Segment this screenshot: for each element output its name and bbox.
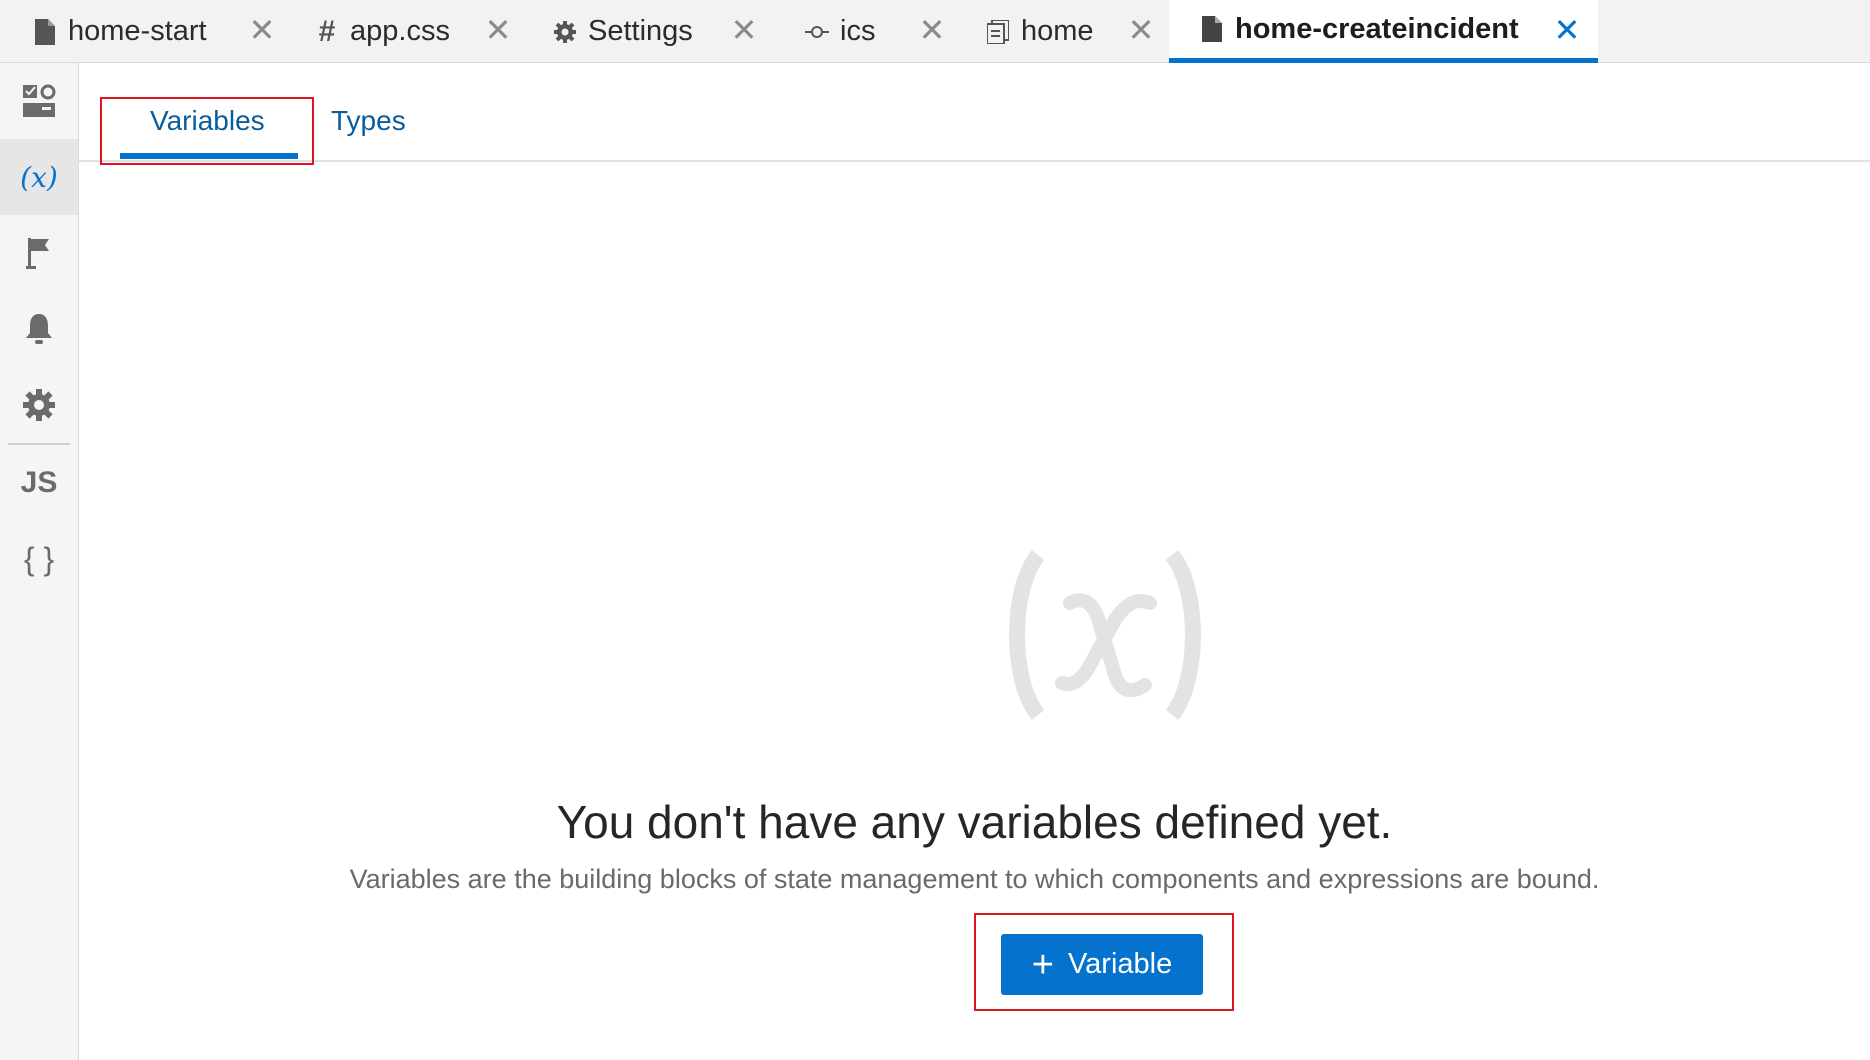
tab-ics[interactable]: ics ✕ [804,0,964,63]
tab-label: app.css [350,15,450,47]
tab-label: home-start [68,15,207,47]
tab-settings[interactable]: Settings ✕ [552,0,772,63]
tab-app-css[interactable]: # app.css ✕ [314,0,514,63]
close-icon[interactable]: ✕ [1123,12,1159,48]
components-icon[interactable] [0,63,78,139]
tab-label: home [1021,15,1094,47]
bell-icon[interactable] [0,291,78,367]
close-icon[interactable]: ✕ [480,12,516,48]
close-icon[interactable]: ✕ [914,12,950,48]
close-icon[interactable]: ✕ [244,12,280,48]
tab-label: Settings [588,15,693,47]
variables-placeholder-icon [1009,550,1201,720]
pages-icon [985,17,1011,47]
tab-label: ics [840,15,876,47]
tab-label: home-createincident [1235,12,1519,45]
empty-state-description: Variables are the building blocks of sta… [349,864,1600,894]
file-icon [1199,14,1225,44]
close-icon[interactable]: ✕ [726,12,762,48]
empty-state-title: You don't have any variables defined yet… [556,796,1393,848]
callout-highlight-variable-button [974,913,1234,1011]
tab-home[interactable]: home ✕ [985,0,1155,63]
connection-icon [804,17,830,47]
tab-home-createincident[interactable]: home-createincident ✕ [1169,0,1598,63]
file-icon [32,17,58,47]
json-braces-icon[interactable]: { } [0,521,78,597]
flag-icon[interactable] [0,215,78,291]
left-navigator-rail: (x) JS { } [0,63,79,1060]
gear-icon[interactable] [0,367,78,443]
gear-icon [552,17,578,47]
tab-types[interactable]: Types [331,105,406,137]
js-icon[interactable]: JS [0,445,78,521]
close-icon[interactable]: ✕ [1549,12,1585,48]
variables-icon[interactable]: (x) [0,139,78,215]
editor-tab-bar: home-start ✕ # app.css ✕ Settings ✕ ics … [0,0,1870,63]
tab-home-start[interactable]: home-start ✕ [32,0,282,63]
callout-highlight-variables-tab [100,97,314,165]
hash-icon: # [318,14,336,48]
